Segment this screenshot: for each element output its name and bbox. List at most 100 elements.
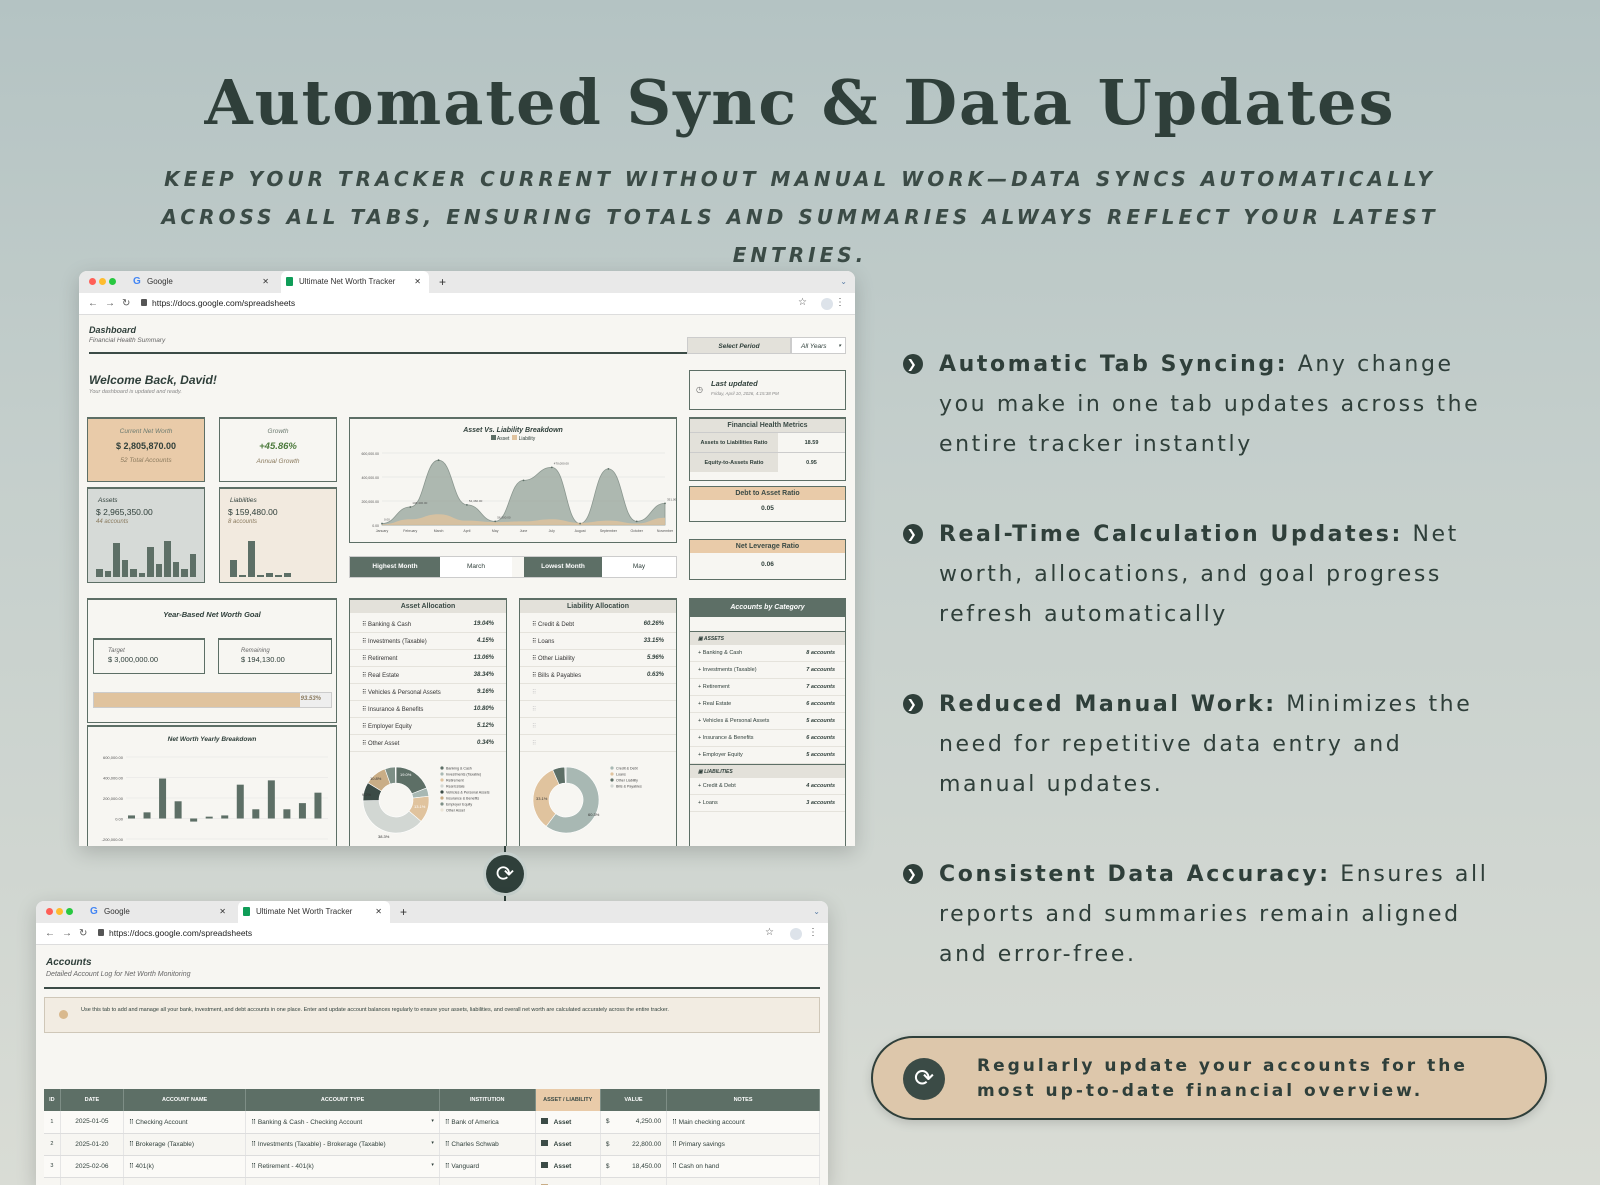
category-row[interactable]: + Real Estate 6 accounts <box>690 696 845 713</box>
donut-slice <box>395 766 397 784</box>
period-select[interactable]: All Years ▾ <box>791 337 846 354</box>
avatar[interactable] <box>790 928 802 940</box>
asset-point <box>409 506 412 508</box>
browser-tab-google[interactable]: G Google ✕ <box>129 271 277 293</box>
liability-allocation-donut: 33.1% 60.3% Credit & Debt Loans Other Liabil… <box>532 766 642 834</box>
category-group-header: ▣ LIABILITIES <box>690 764 845 778</box>
legend-dot <box>440 790 444 794</box>
close-tab-icon[interactable]: ✕ <box>414 271 421 293</box>
allocation-name: ⠿ Other Liability <box>532 655 575 662</box>
close-tab-icon[interactable]: ✕ <box>262 271 269 293</box>
table-row[interactable]: 2 2025-01-20 ⠿ Brokerage (Taxable) ⠿ Invest… <box>44 1133 820 1156</box>
column-header[interactable]: VALUE <box>600 1089 668 1111</box>
window-controls[interactable] <box>89 278 119 287</box>
last-updated-card: ◷ Last updated Friday, April 10, 2026, 4… <box>689 370 846 410</box>
avatar[interactable] <box>821 298 833 310</box>
select-period-label: Select Period <box>687 337 791 354</box>
browser-tab-tracker[interactable]: Ultimate Net Worth Tracker ✕ <box>238 901 390 923</box>
sync-icon: ⟳ <box>486 855 524 893</box>
window-controls[interactable] <box>46 908 76 917</box>
allocation-row: ⠿ Bills & Payables 0.63% <box>520 667 676 684</box>
callout-banner: ⟳ Regularly update your accounts for the… <box>871 1036 1547 1120</box>
category-row[interactable]: + Loans 3 accounts <box>690 795 845 812</box>
new-tab-icon[interactable]: + <box>439 271 446 293</box>
column-header[interactable]: ACCOUNT TYPE <box>245 1089 440 1111</box>
accounts-table: ID DATE ACCOUNT NAME ACCOUNT TYPE INSTITUTIO… <box>44 1089 820 1185</box>
column-header[interactable]: ID <box>44 1089 61 1111</box>
tick-label: 200,000.00 <box>103 796 124 801</box>
category-row[interactable]: + Credit & Debt 4 accounts <box>690 778 845 795</box>
new-tab-icon[interactable]: + <box>400 901 407 923</box>
spark-bar <box>121 559 128 577</box>
column-header[interactable]: NOTES <box>666 1089 820 1111</box>
column-header[interactable]: INSTITUTION <box>439 1089 536 1111</box>
yearly-bar <box>236 784 244 819</box>
goal-progress-bar: 93.53% <box>93 692 332 708</box>
yearly-bar <box>190 818 198 822</box>
table-row[interactable]: 1 2025-01-05 ⠿ Checking Account ⠿ Banking &… <box>44 1111 820 1134</box>
category-row[interactable]: + Employer Equity 5 accounts <box>690 747 845 764</box>
url-field[interactable]: https://docs.google.com/spreadsheets <box>141 298 295 308</box>
more-icon[interactable]: ⋮ <box>808 927 818 938</box>
browser-tab-bar: G Google ✕ Ultimate Net Worth Tracker ✕ + ⌄ <box>36 901 828 923</box>
month-label: April <box>463 529 470 533</box>
yearly-bar <box>283 809 291 819</box>
category-row[interactable]: + Investments (Taxable) 7 accounts <box>690 662 845 679</box>
spark-bar <box>275 575 282 577</box>
column-header[interactable]: ACCOUNT NAME <box>123 1089 247 1111</box>
asset-point <box>466 503 468 506</box>
welcome-heading: Welcome Back, David! <box>89 373 217 387</box>
column-header[interactable]: ASSET / LIABILITY <box>535 1089 601 1111</box>
column-header[interactable]: DATE <box>60 1089 124 1111</box>
month-label: August <box>575 529 586 533</box>
more-icon[interactable]: ⋮ <box>835 297 845 308</box>
sheets-icon <box>286 277 293 286</box>
donut-label: 19.0% <box>400 772 412 777</box>
spark-bar <box>181 569 188 577</box>
address-bar: ←→↻ https://docs.google.com/spreadsheets… <box>36 923 828 945</box>
legend-dot <box>610 784 614 788</box>
category-row[interactable]: + Insurance & Benefits 6 accounts <box>690 730 845 747</box>
asset-point <box>607 467 610 470</box>
feature-item: ❯ Reduced Manual Work: Minimizes the need… <box>903 685 1503 805</box>
chevron-down-icon[interactable]: ⌄ <box>813 901 820 923</box>
chevron-down-icon[interactable]: ⌄ <box>840 271 847 293</box>
legend-label: Banking & Cash <box>446 767 472 771</box>
goal-progress-fill <box>94 693 301 707</box>
nav-buttons[interactable]: ←→↻ <box>88 298 137 309</box>
yearly-bar <box>221 815 229 819</box>
allocation-name: ⠿ Real Estate <box>362 672 400 679</box>
legend-label: Loans <box>616 773 626 777</box>
table-row[interactable]: 42025-02-18⠿ Credit Card⠿ Credit & Debt … <box>44 1177 820 1185</box>
month-label: July <box>549 529 555 533</box>
close-tab-icon[interactable]: ✕ <box>219 901 226 923</box>
yearly-bar <box>314 792 322 819</box>
category-row[interactable]: + Retirement 7 accounts <box>690 679 845 696</box>
type-chip-icon <box>540 1162 548 1168</box>
allocation-pct: 0.34% <box>476 740 494 746</box>
type-chip-icon <box>540 1117 548 1124</box>
allocation-name: ⠿ Other Asset <box>362 740 400 747</box>
url-field[interactable]: https://docs.google.com/spreadsheets <box>98 928 252 938</box>
allocation-row: ⠿ <box>520 735 676 752</box>
allocation-pct: 5.96% <box>646 655 664 661</box>
tick-label: 400,000.00 <box>361 476 379 480</box>
close-tab-icon[interactable]: ✕ <box>375 901 382 923</box>
table-row[interactable]: 3 2025-02-06 ⠿ 401(k) ⠿ Retirement - 401(k)… <box>44 1155 820 1178</box>
category-row[interactable]: + Banking & Cash 8 accounts <box>690 645 845 662</box>
month-label: February <box>403 529 417 533</box>
spark-bar <box>138 573 145 577</box>
assets-sparkbar <box>96 539 198 577</box>
browser-tab-tracker[interactable]: Ultimate Net Worth Tracker ✕ <box>281 271 429 293</box>
spark-bar <box>130 569 137 577</box>
metric-row: Assets to Liabilities Ratio 18.59 <box>690 432 845 452</box>
nav-buttons[interactable]: ←→↻ <box>45 928 94 939</box>
category-row[interactable]: + Vehicles & Personal Assets 5 accounts <box>690 713 845 730</box>
allocation-name: ⠿ Insurance & Benefits <box>362 706 424 713</box>
allocation-row: ⠿ Employer Equity 5.12% <box>350 718 506 735</box>
star-icon[interactable]: ☆ <box>798 297 807 308</box>
browser-tab-google[interactable]: G Google ✕ <box>86 901 234 923</box>
star-icon[interactable]: ☆ <box>765 927 774 938</box>
month-label: November <box>657 529 674 533</box>
allocation-row: ⠿ Banking & Cash 19.04% <box>350 616 506 633</box>
